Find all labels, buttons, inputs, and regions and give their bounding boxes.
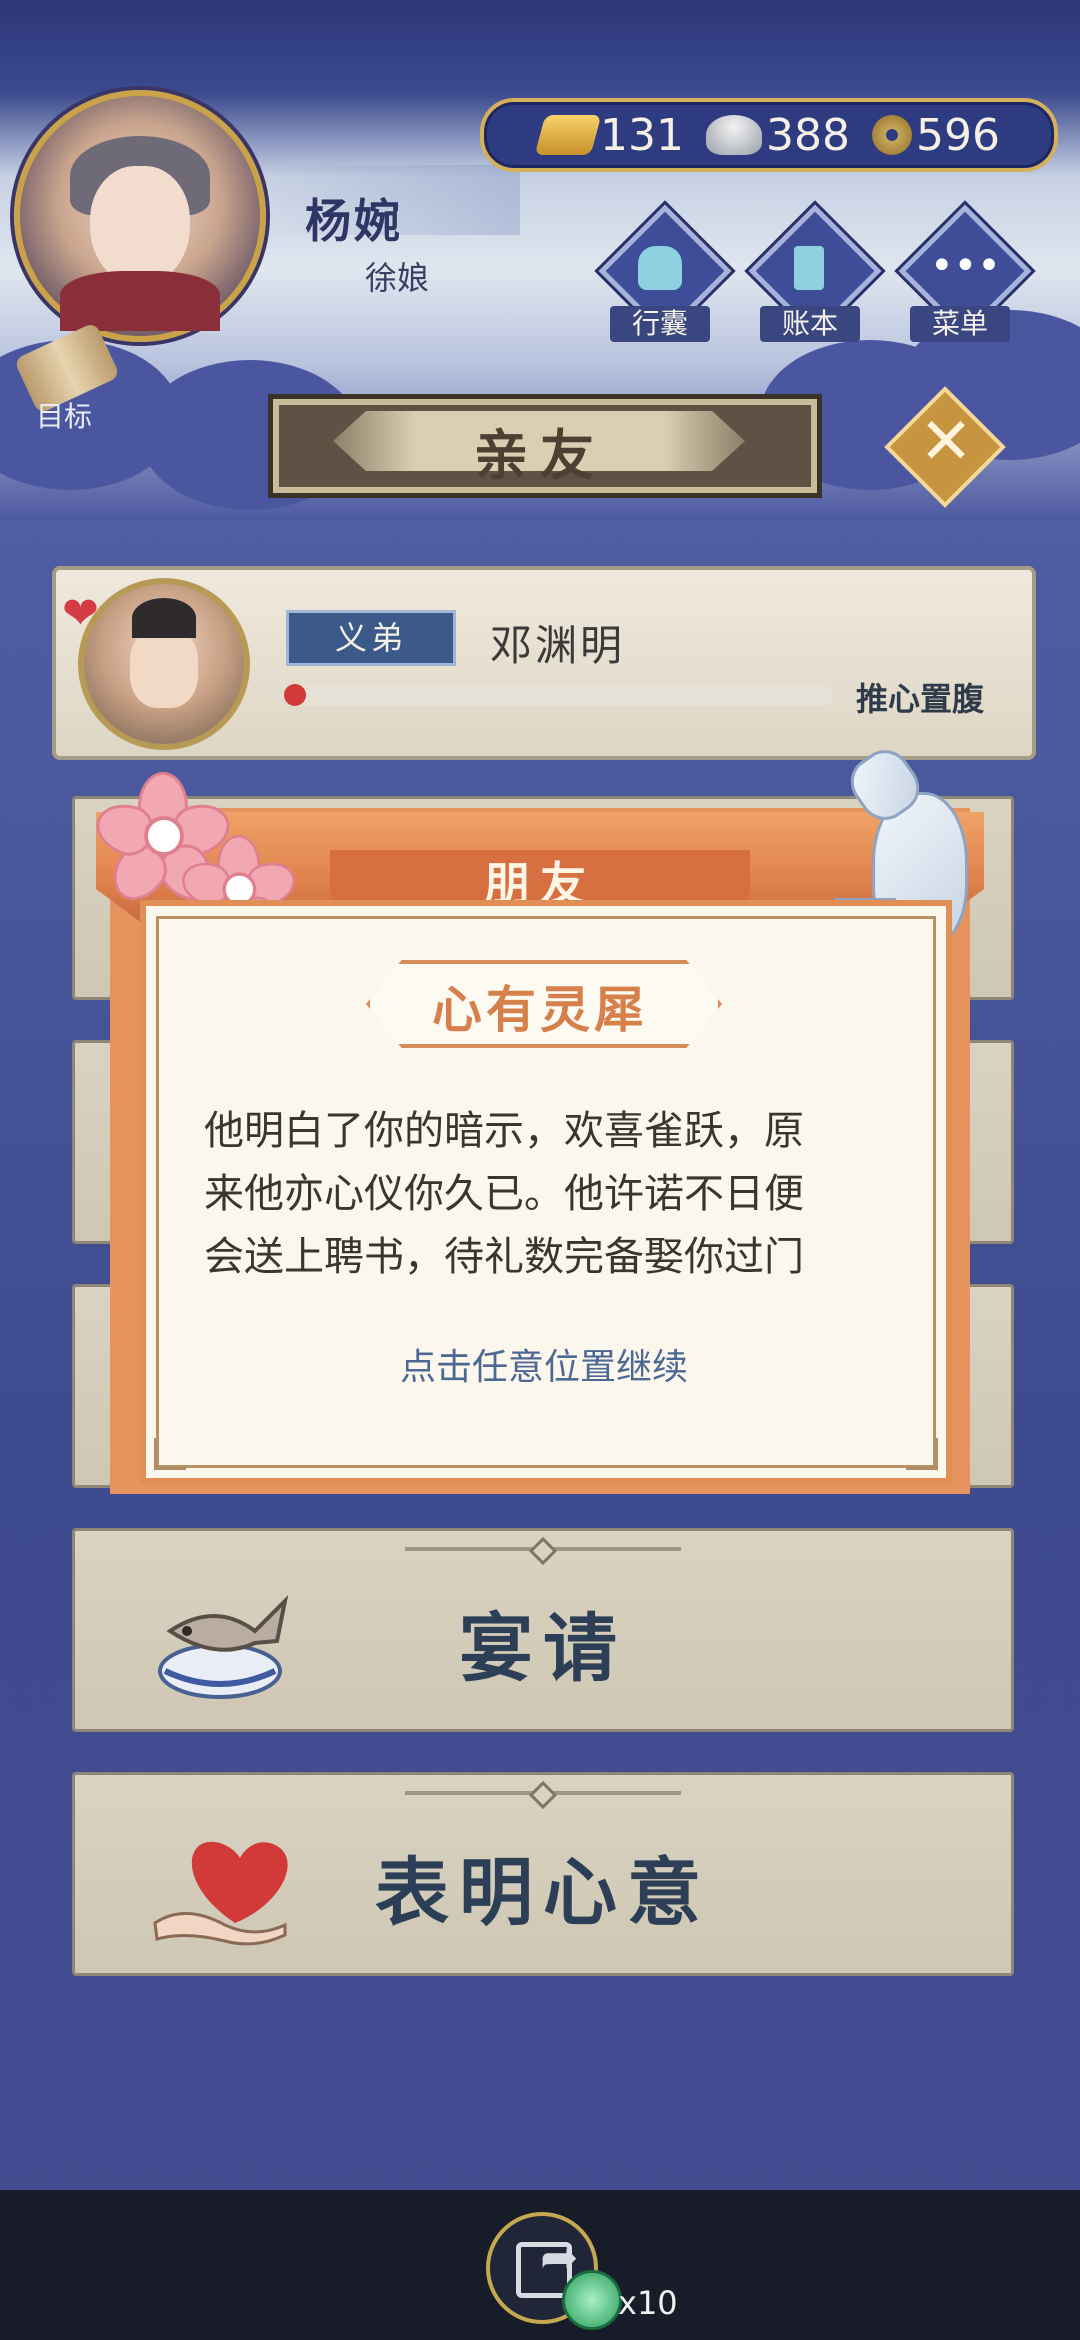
currency-bar: 131 388 596	[480, 98, 1058, 172]
reward-count: x10	[618, 2284, 678, 2322]
close-icon[interactable]: ✕	[916, 402, 976, 482]
continue-hint[interactable]: 点击任意位置继续	[204, 1338, 884, 1390]
confess-button[interactable]: 表明心意	[72, 1772, 1014, 1976]
affinity-bar-fill	[284, 684, 306, 706]
relation-tag: 义弟	[286, 610, 456, 666]
bag-label: 行囊	[610, 306, 710, 342]
silver-amount: 388	[766, 109, 850, 161]
dialog-message: 他明白了你的暗示，欢喜雀跃，原 来他亦心仪你久已。他许诺不日便 会送上聘书，待礼…	[204, 1100, 884, 1289]
reward-coin-icon	[562, 2270, 622, 2330]
silver-counter: 388	[706, 108, 850, 162]
banquet-button[interactable]: 宴请	[72, 1528, 1014, 1732]
more-icon: •••	[930, 243, 1001, 289]
silver-ingot-icon	[706, 115, 762, 155]
bag-icon	[638, 246, 682, 290]
player-title: 徐娘	[365, 259, 430, 297]
coin-amount: 596	[916, 109, 1000, 161]
dialog-subtitle: 心有灵犀	[432, 981, 648, 1039]
banquet-label: 宴请	[459, 1606, 627, 1692]
coin-counter: 596	[872, 108, 1000, 162]
dialog-line: 他明白了你的暗示，欢喜雀跃，原	[204, 1108, 804, 1154]
menu-label: 菜单	[910, 306, 1010, 342]
page-title: 亲友	[474, 424, 606, 487]
gold-counter: 131	[534, 108, 684, 162]
ledger-label: 账本	[760, 306, 860, 342]
dialog-line: 来他亦心仪你久已。他许诺不日便	[204, 1171, 804, 1217]
page-title-banner: 亲友	[268, 394, 822, 498]
dialog-line: 会送上聘书，待礼数完备娶你过门	[204, 1234, 804, 1280]
player-avatar[interactable]	[14, 90, 266, 342]
player-name: 杨婉	[305, 194, 403, 248]
friend-name: 邓渊明	[490, 621, 626, 670]
confess-label: 表明心意	[375, 1850, 711, 1936]
menu-button[interactable]: ••• 菜单	[898, 204, 1032, 342]
gold-amount: 131	[600, 109, 684, 161]
heart-icon: ❤	[62, 588, 99, 639]
ledger-button[interactable]: 账本	[748, 204, 882, 342]
book-icon	[794, 246, 824, 290]
copper-coin-icon	[872, 115, 912, 155]
goal-label[interactable]: 目标	[36, 395, 92, 435]
affinity-bar	[284, 684, 834, 706]
friend-status: 推心置腹	[856, 680, 985, 718]
gold-ingot-icon	[534, 115, 602, 155]
bag-button[interactable]: 行囊	[598, 204, 732, 342]
